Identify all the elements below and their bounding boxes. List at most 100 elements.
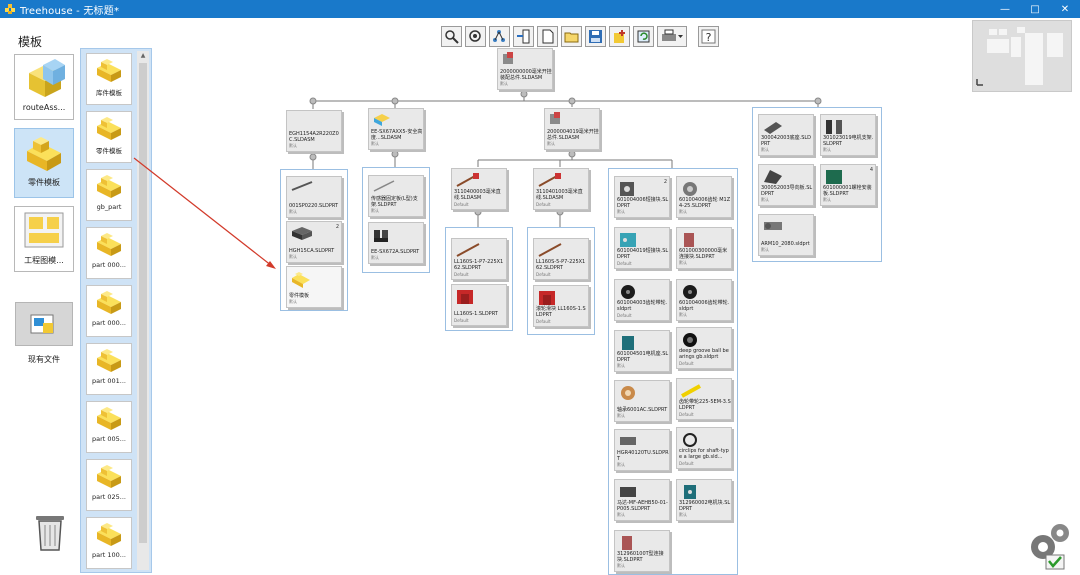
tree-node[interactable]: 601004019短接块.SLDPRT Default	[614, 227, 670, 269]
guide-plate-thumb-icon	[764, 170, 782, 184]
node-config: 默认	[371, 208, 379, 213]
tree-node[interactable]: LL160S-5-P7-225X162.SLDPRT Default	[533, 238, 589, 280]
node-config: 默认	[547, 141, 555, 146]
tree-node[interactable]: 传感器固定板(L型)支架.SLDPRT 默认	[368, 175, 424, 217]
node-config: Default	[679, 461, 694, 466]
node-name: 312960100T型连接块.SLDPRT	[617, 551, 664, 563]
tree-node[interactable]: 301023019电机支架.SLDPRT 默认	[820, 114, 876, 156]
tree-node[interactable]: HGR40120TU.SLDPRT 默认	[614, 429, 670, 471]
tree-node[interactable]: 4 601000001螺栓安装板.SLDPRT 默认	[820, 164, 876, 206]
node-config: 默认	[289, 254, 297, 259]
node-name: circlips for shaft-type a large gb.sld..…	[679, 448, 729, 460]
node-config: Default	[454, 272, 469, 277]
node-name: 传感器固定板(L型)支架.SLDPRT	[371, 196, 418, 208]
node-name: EGH1154A2R220Z0C.SLDASM	[289, 131, 339, 143]
node-config: 默认	[617, 563, 625, 568]
node-config: Default	[617, 261, 632, 266]
pulley-thumb-icon	[683, 285, 697, 299]
tree-node[interactable]: 3110400003毫米直线.SLDASM Default	[451, 168, 507, 210]
node-config: 默认	[289, 143, 297, 148]
tree-node[interactable]: 601004501电机座.SLDPRT 默认	[614, 330, 670, 372]
node-name: 601000300000毫米连接块.SLDPRT	[679, 248, 728, 260]
node-name: deep groove ball bearings gb.sldprt	[679, 348, 729, 360]
node-config: 默认	[679, 312, 687, 317]
node-name: 2000000000毫米开挂装配总件.SLDASM	[500, 69, 552, 81]
node-count: 2	[663, 179, 667, 185]
cylinder-thumb-icon	[764, 222, 782, 230]
node-config: 默认	[679, 209, 687, 214]
tree-node-level1[interactable]: EE-SX67AXX5-安全高度...SLDASM 默认	[368, 108, 424, 150]
node-name: 601004003齿轮带轮.sldprt	[617, 300, 668, 312]
tree-node[interactable]: 601004003齿轮带轮.sldprt Default	[614, 279, 670, 321]
part-template-thumb-icon	[292, 272, 310, 288]
node-name: 601004006短接块.SLDPRT	[617, 197, 669, 209]
node-config: Default	[617, 313, 632, 318]
tree-node[interactable]: 轴承6001AC.SLDPRT 默认	[614, 380, 670, 422]
tree-node[interactable]: 马达-MF-AEHB50-01-P005.SLDPRT 默认	[614, 479, 670, 521]
bracket-thumb-icon	[826, 120, 842, 134]
node-name: 3110400003毫米直线.SLDASM	[454, 189, 501, 201]
tree-node[interactable]: circlips for shaft-type a large gb.sld..…	[676, 427, 732, 469]
gears-icon	[1031, 524, 1069, 570]
tree-node-level1[interactable]: 2000004019毫米开挂总件.SLDASM 默认	[544, 108, 600, 150]
node-config: 默认	[679, 512, 687, 517]
tree-node[interactable]: 300042003底座.SLDPRT 默认	[758, 114, 814, 156]
slider-thumb-icon	[457, 290, 473, 304]
node-config: 默认	[617, 512, 625, 517]
node-count: 2	[335, 224, 339, 230]
part-thumb-icon	[374, 114, 390, 126]
node-config: Default	[454, 318, 469, 323]
settings-gears[interactable]	[1026, 519, 1074, 575]
node-name: 2000004019毫米开挂总件.SLDASM	[547, 129, 599, 141]
tree-node[interactable]: 601004006齿轮 M1Z4-25.SLDPRT 默认	[676, 176, 732, 218]
bracket-thumb-icon	[373, 180, 395, 192]
tree-node[interactable]: 滚轮滑块 LL160S-1.SLDPRT Default	[533, 285, 589, 327]
node-name: 312960002电机块.SLDPRT	[679, 500, 731, 512]
block-thumb-icon	[684, 233, 694, 247]
node-config: 默认	[371, 141, 379, 146]
node-name: EE-SX67AXX5-安全高度...SLDASM	[371, 129, 423, 141]
node-name: 3110401003毫米直线.SLDASM	[536, 189, 583, 201]
node-name: LL160S-1.SLDPRT	[454, 311, 498, 317]
node-config: Default	[454, 202, 469, 207]
tree-node[interactable]: 601004006齿轮带轮.sldprt 默认	[676, 279, 732, 321]
pulley-thumb-icon	[621, 285, 635, 299]
tree-node[interactable]: 312960100T型连接块.SLDPRT 默认	[614, 530, 670, 572]
node-config: 默认	[823, 147, 831, 152]
tree-node[interactable]: 001SP0220.SLDPRT 默认	[286, 176, 342, 218]
tree-node-root[interactable]: 2000000000毫米开挂装配总件.SLDASM 默认	[497, 48, 553, 90]
node-config: 默认	[617, 363, 625, 368]
tree-node-new-part[interactable]: 零件模板 默认	[286, 266, 342, 308]
tree-node[interactable]: 601000300000毫米连接块.SLDPRT 默认	[676, 227, 732, 269]
tree-node[interactable]: 3110401003毫米直线.SLDASM Default	[533, 168, 589, 210]
tree-node[interactable]: EE-SX672A.SLDPRT 默认	[368, 222, 424, 264]
gear-part-icon	[683, 182, 697, 196]
node-count: 4	[869, 167, 873, 173]
tree-node[interactable]: 2 HGH15CA.SLDPRT 默认	[286, 221, 342, 263]
bearing-thumb-icon	[683, 333, 697, 347]
block-thumb-icon	[292, 227, 312, 240]
tree-node[interactable]: 齿轮带轮225-5EM-3.SLDPRT Default	[676, 378, 732, 420]
rail-thumb-icon	[538, 173, 561, 187]
tree-node[interactable]: deep groove ball bearings gb.sldprt Defa…	[676, 327, 732, 369]
tree-node[interactable]: LL160S-1-P7-225X162.SLDPRT Default	[451, 238, 507, 280]
node-config: 默认	[617, 413, 625, 418]
node-name: 601000001螺栓安装板.SLDPRT	[823, 185, 872, 197]
tree-node[interactable]: 312960002电机块.SLDPRT 默认	[676, 479, 732, 521]
node-config: 默认	[761, 197, 769, 202]
motor-mount-thumb-icon	[684, 485, 696, 499]
sensor-thumb-icon	[374, 230, 388, 242]
tree-node[interactable]: 2 601004006短接块.SLDPRT 默认	[614, 176, 670, 218]
rail-thumb-icon	[620, 437, 636, 445]
tree-node[interactable]: ARM10_2080.sldprt 默认	[758, 214, 814, 256]
tree-node[interactable]: LL160S-1.SLDPRT Default	[451, 284, 507, 326]
node-name: 601004006齿轮 M1Z4-25.SLDPRT	[679, 197, 731, 209]
base-thumb-icon	[764, 122, 782, 134]
tree-node-level1[interactable]: EGH1154A2R220Z0C.SLDASM 默认	[286, 110, 342, 152]
plate-thumb-icon	[620, 182, 634, 196]
node-config: Default	[536, 202, 551, 207]
rail-thumb-icon	[538, 243, 562, 257]
tree-node[interactable]: 300052003导向板.SLDPRT 默认	[758, 164, 814, 206]
node-name: HGR40120TU.SLDPRT	[617, 450, 669, 462]
assembly-thumb-icon	[503, 52, 513, 64]
